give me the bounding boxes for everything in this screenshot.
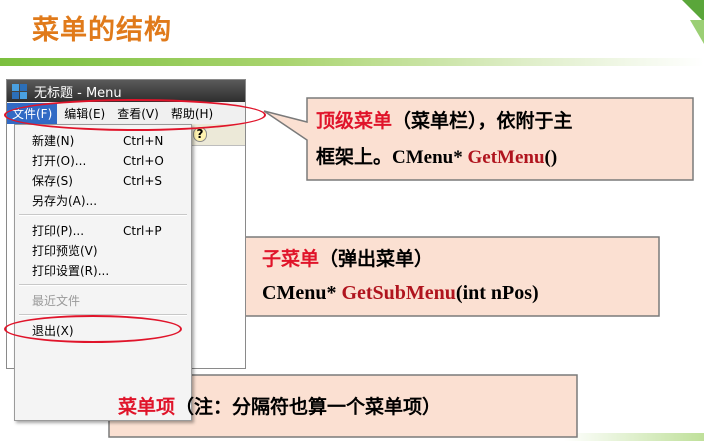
exit-item-highlight-ellipse [4, 315, 182, 343]
menu-item-label: 打开(O)... [32, 154, 87, 168]
menu-item-save-as[interactable]: 另存为(A)... [15, 191, 191, 211]
menu-item-label: 打印(P)... [32, 224, 85, 238]
menu-separator [19, 284, 187, 286]
callout-top-menu-title: 顶级菜单 [316, 110, 393, 132]
menu-item-print[interactable]: 打印(P)... Ctrl+P [15, 221, 191, 241]
menu-item-label: 打印设置(R)... [32, 264, 110, 278]
slide-title: 菜单的结构 [32, 15, 172, 46]
callout-submenu-code-type: CMenu* [262, 282, 342, 304]
title-underline-bar [0, 58, 704, 66]
window-title: 无标题 - Menu [34, 85, 122, 101]
menu-item-label: 保存(S) [32, 174, 73, 188]
menu-item-print-setup[interactable]: 打印设置(R)... [15, 261, 191, 281]
callout-top-menu-desc: （菜单栏），依附于主 [392, 110, 573, 132]
menu-item-new[interactable]: 新建(N) Ctrl+N [15, 131, 191, 151]
menu-item-shortcut: Ctrl+N [123, 134, 164, 148]
callout-submenu-desc: （弹出菜单） [319, 248, 434, 270]
callout-submenu-line1: 子菜单（弹出菜单） [262, 244, 433, 271]
callout-menu-item-title: 菜单项 [118, 396, 176, 418]
menu-item-shortcut: Ctrl+P [123, 224, 162, 238]
corner-decoration [682, 0, 704, 46]
menu-item-print-preview[interactable]: 打印预览(V) [15, 241, 191, 261]
callout-top-menu-code-func: GetMenu [467, 147, 545, 168]
callout-menu-item-desc: （注：分隔符也算一个菜单项） [175, 396, 442, 418]
menu-item-shortcut: Ctrl+O [123, 154, 164, 168]
menu-item-recent-files: 最近文件 [15, 291, 191, 311]
callout-top-menu-line2: 框架上。CMenu* GetMenu() [316, 142, 557, 169]
help-icon[interactable]: ? [193, 127, 207, 142]
callout-top-menu-code-args: () [544, 147, 558, 168]
menu-item-save[interactable]: 保存(S) Ctrl+S [15, 171, 191, 191]
menu-item-open[interactable]: 打开(O)... Ctrl+O [15, 151, 191, 171]
callout-menu-item-line: 菜单项（注：分隔符也算一个菜单项） [118, 392, 441, 419]
callout-submenu-code-func: GetSubMenu [341, 282, 456, 304]
callout-top-menu-code-type: CMenu* [392, 147, 468, 168]
menu-item-label: 打印预览(V) [32, 244, 98, 258]
menu-item-label: 另存为(A)... [32, 194, 98, 208]
callout-submenu-line2: CMenu* GetSubMenu(int nPos) [262, 282, 539, 305]
file-dropdown-menu: 新建(N) Ctrl+N 打开(O)... Ctrl+O 保存(S) Ctrl+… [14, 124, 192, 421]
bottom-decoration [564, 433, 704, 441]
menubar-highlight-ellipse [4, 99, 266, 131]
menu-item-label: 最近文件 [32, 294, 81, 308]
callout-top-menu-prefix: 框架上。 [316, 146, 393, 168]
menu-item-label: 新建(N) [32, 134, 75, 148]
callout-top-menu-line1: 顶级菜单（菜单栏），依附于主 [316, 106, 573, 133]
menu-item-shortcut: Ctrl+S [123, 174, 163, 188]
callout-submenu-code-args: (int nPos) [455, 282, 539, 304]
callout-submenu-title: 子菜单 [262, 248, 320, 270]
menu-separator [19, 214, 187, 216]
app-icon [11, 83, 28, 100]
